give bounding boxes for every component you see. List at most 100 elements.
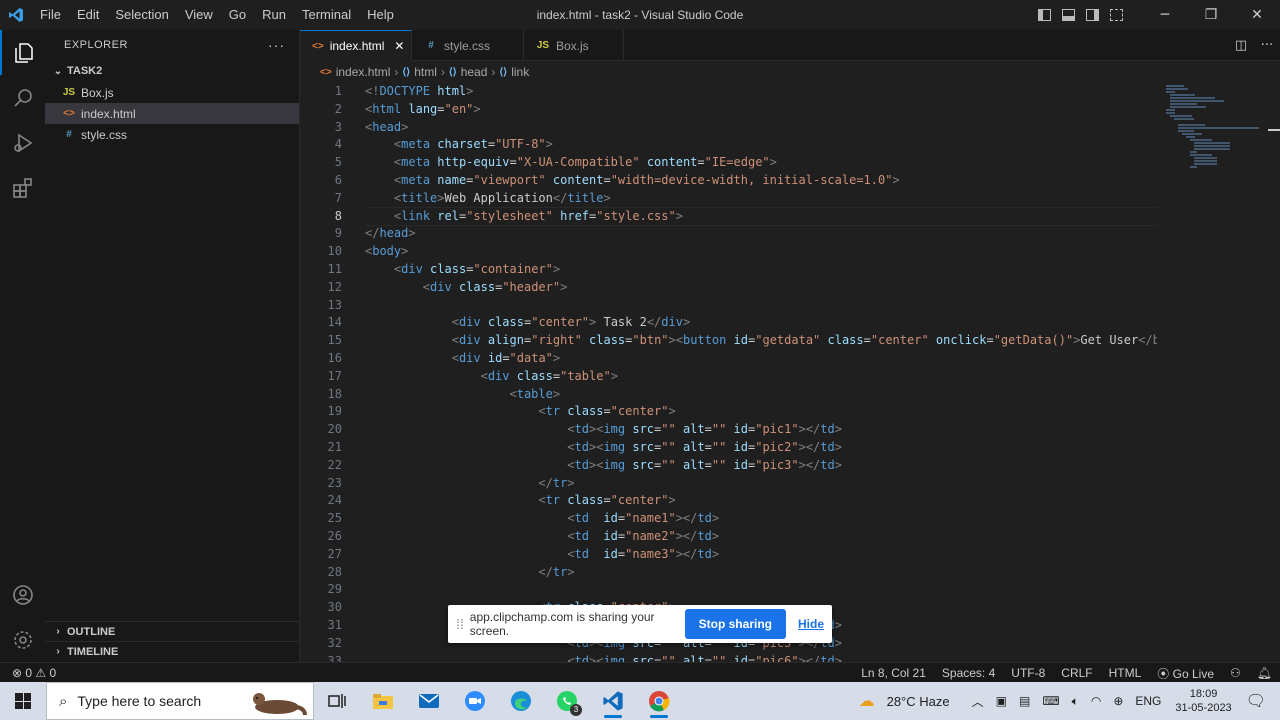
- maximize-icon[interactable]: ❐: [1188, 0, 1234, 30]
- code-line[interactable]: <meta name="viewport" content="width=dev…: [365, 172, 1157, 190]
- breadcrumb-file[interactable]: <> index.html: [320, 65, 390, 79]
- tab-box-js[interactable]: JS Box.js: [524, 30, 624, 61]
- vpn-icon[interactable]: ⊕: [1107, 694, 1129, 708]
- outline-section[interactable]: › OUTLINE: [45, 621, 300, 641]
- vscode-taskbar-icon[interactable]: [590, 682, 636, 720]
- toggle-panel-icon[interactable]: [1056, 0, 1080, 30]
- hide-link[interactable]: Hide: [798, 617, 824, 631]
- file-box-js[interactable]: JS Box.js: [45, 82, 299, 103]
- breadcrumb-head[interactable]: ⟨⟩ head: [449, 65, 488, 79]
- indentation[interactable]: Spaces: 4: [934, 666, 1003, 680]
- extensions-icon[interactable]: [0, 165, 45, 210]
- menu-go[interactable]: Go: [221, 0, 254, 30]
- language-indicator[interactable]: ENG: [1129, 694, 1167, 708]
- tab-style-css[interactable]: # style.css: [412, 30, 524, 61]
- volume-icon[interactable]: 🔈︎: [1066, 694, 1085, 709]
- folder-task2[interactable]: ⌄ TASK2: [45, 60, 299, 82]
- menu-edit[interactable]: Edit: [69, 0, 107, 30]
- close-window-icon[interactable]: ✕: [1234, 0, 1280, 30]
- menu-selection[interactable]: Selection: [107, 0, 176, 30]
- account-icon[interactable]: [0, 572, 45, 617]
- code-line[interactable]: <div class="center"> Task 2</div>: [365, 314, 1157, 332]
- code-line[interactable]: <td id="name2"></td>: [365, 528, 1157, 546]
- code-line[interactable]: <meta charset="UTF-8">: [365, 136, 1157, 154]
- timeline-section[interactable]: › TIMELINE: [45, 641, 300, 661]
- zoom-icon[interactable]: [452, 682, 498, 720]
- feedback-icon[interactable]: ⚇: [1222, 666, 1249, 680]
- windows-start-icon[interactable]: [0, 682, 46, 720]
- wifi-icon[interactable]: ◠: [1085, 694, 1107, 708]
- explorer-icon[interactable]: [0, 30, 45, 75]
- code-line[interactable]: <div class="table">: [365, 368, 1157, 386]
- code-line[interactable]: <html lang="en">: [365, 101, 1157, 119]
- search-icon[interactable]: [0, 75, 45, 120]
- code-line[interactable]: <tr class="center">: [365, 403, 1157, 421]
- code-line[interactable]: <div class="container">: [365, 261, 1157, 279]
- more-actions-icon[interactable]: ···: [1254, 38, 1280, 53]
- more-actions-icon[interactable]: ···: [268, 37, 285, 53]
- code-line[interactable]: <td><img src="" alt="" id="pic6"></td>: [365, 653, 1157, 663]
- menu-terminal[interactable]: Terminal: [294, 0, 359, 30]
- file-style-css[interactable]: # style.css: [45, 124, 299, 145]
- code-line[interactable]: </tr>: [365, 475, 1157, 493]
- file-index-html[interactable]: <> index.html: [45, 103, 299, 124]
- drag-handle-icon[interactable]: ⁞⁞: [456, 616, 464, 632]
- code-line[interactable]: <title>Web Application</title>: [365, 190, 1157, 208]
- tab-index-html[interactable]: <> index.html ✕: [300, 30, 412, 61]
- code-line[interactable]: <td><img src="" alt="" id="pic1"></td>: [365, 421, 1157, 439]
- meet-now-icon[interactable]: ▣: [990, 694, 1013, 708]
- code-area[interactable]: <!DOCTYPE html> <html lang="en"> <head> <m…: [365, 83, 1157, 662]
- code-editor[interactable]: 1 2 3 4 5 6 7 8 9 10 11 12 13 14 15 16 17 18 19 20 21 22 23 24 2…: [300, 83, 1280, 662]
- code-line[interactable]: <table>: [365, 386, 1157, 404]
- code-line[interactable]: <td><img src="" alt="" id="pic3"></td>: [365, 457, 1157, 475]
- whatsapp-icon[interactable]: 3: [544, 682, 590, 720]
- weather-icon[interactable]: ☁: [853, 691, 881, 711]
- edge-browser-icon[interactable]: [498, 682, 544, 720]
- code-line[interactable]: <!DOCTYPE html>: [365, 83, 1157, 101]
- taskbar-search-input[interactable]: ⌕ Type here to search: [46, 682, 314, 720]
- code-line[interactable]: <td id="name1"></td>: [365, 510, 1157, 528]
- code-line[interactable]: <div id="data">: [365, 350, 1157, 368]
- code-line[interactable]: <body>: [365, 243, 1157, 261]
- end-of-line[interactable]: CRLF: [1053, 666, 1100, 680]
- stop-sharing-button[interactable]: Stop sharing: [684, 609, 786, 639]
- clock[interactable]: 18:09 31-05-2023: [1167, 687, 1239, 715]
- show-hidden-icons-icon[interactable]: ︿: [966, 693, 990, 710]
- code-line[interactable]: </head>: [365, 225, 1157, 243]
- customize-layout-icon[interactable]: [1104, 0, 1128, 30]
- menu-view[interactable]: View: [177, 0, 221, 30]
- code-line[interactable]: <div align="right" class="btn"><button i…: [365, 332, 1157, 350]
- split-editor-icon[interactable]: ◫: [1228, 38, 1254, 53]
- language-mode[interactable]: HTML: [1101, 666, 1150, 680]
- run-debug-icon[interactable]: [0, 120, 45, 165]
- go-live-button[interactable]: ⦿ Go Live: [1149, 665, 1222, 682]
- code-line[interactable]: [365, 297, 1157, 315]
- task-view-icon[interactable]: [314, 682, 360, 720]
- code-line[interactable]: </tr>: [365, 564, 1157, 582]
- network-icon[interactable]: ⌨: [1036, 694, 1065, 708]
- breadcrumb-html[interactable]: ⟨⟩ html: [402, 65, 436, 79]
- code-line[interactable]: <tr class="center">: [365, 492, 1157, 510]
- minimize-icon[interactable]: ─: [1142, 0, 1188, 30]
- display-icon[interactable]: ▤: [1013, 694, 1036, 708]
- menu-file[interactable]: File: [32, 0, 69, 30]
- code-line[interactable]: <link rel="stylesheet" href="style.css">: [365, 206, 1157, 227]
- settings-gear-icon[interactable]: [0, 617, 45, 662]
- mail-icon[interactable]: [406, 682, 452, 720]
- encoding[interactable]: UTF-8: [1003, 666, 1053, 680]
- menu-help[interactable]: Help: [359, 0, 402, 30]
- notification-center-icon[interactable]: 🗨︎: [1240, 691, 1280, 711]
- code-line[interactable]: <td><img src="" alt="" id="pic2"></td>: [365, 439, 1157, 457]
- code-line[interactable]: [365, 581, 1157, 599]
- code-line[interactable]: <meta http-equiv="X-UA-Compatible" conte…: [365, 154, 1157, 172]
- chrome-icon[interactable]: [636, 682, 682, 720]
- code-line[interactable]: <td id="name3"></td>: [365, 546, 1157, 564]
- close-tab-icon[interactable]: ✕: [394, 39, 404, 53]
- weather-text[interactable]: 28°C Haze: [881, 694, 956, 709]
- minimap[interactable]: [1162, 83, 1267, 183]
- breadcrumb-link[interactable]: ⟨⟩ link: [499, 65, 529, 79]
- problems-indicator[interactable]: ⊗ 0 ⚠ 0: [12, 666, 56, 680]
- notifications-bell-icon[interactable]: 🔔︎: [1249, 666, 1280, 680]
- menu-run[interactable]: Run: [254, 0, 294, 30]
- code-line[interactable]: <div class="header">: [365, 279, 1157, 297]
